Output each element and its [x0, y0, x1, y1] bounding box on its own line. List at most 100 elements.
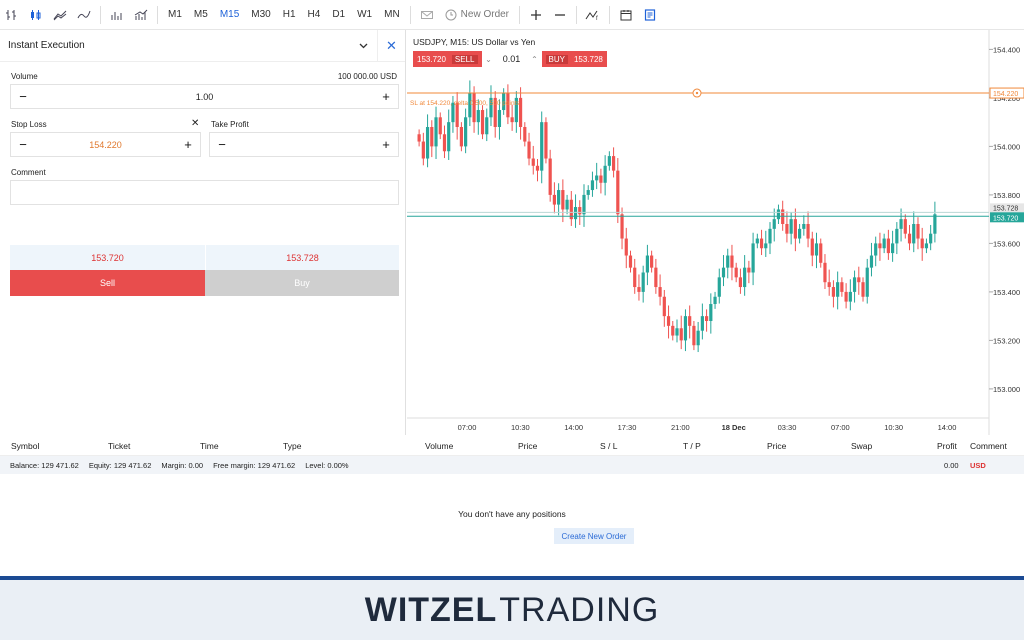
candle-body — [814, 243, 819, 256]
y-tick-label: 153.600 — [993, 239, 1020, 248]
col-current-price[interactable]: Price — [767, 441, 786, 451]
candle-body — [464, 117, 468, 147]
candle-body — [806, 224, 810, 239]
buy-button[interactable]: Buy — [205, 270, 399, 296]
volume-value[interactable]: 1.00 — [29, 92, 380, 102]
minus-icon[interactable]: − — [17, 137, 29, 152]
chevron-down-icon[interactable] — [349, 30, 377, 62]
close-icon[interactable]: ✕ — [377, 29, 405, 62]
stop-loss-stepper[interactable]: − 154.220 + — [10, 132, 201, 157]
price-chart[interactable]: 154.400154.200154.000153.800153.600153.4… — [407, 30, 1024, 435]
create-new-order-button[interactable]: Create New Order — [554, 528, 634, 544]
candle-body — [603, 165, 607, 183]
candle-body — [434, 117, 438, 147]
col-price[interactable]: Price — [518, 441, 537, 451]
sell-button[interactable]: Sell — [10, 270, 205, 296]
bar-chart-icon[interactable] — [0, 0, 24, 30]
candlestick-chart-icon[interactable] — [24, 0, 48, 30]
candle-body — [692, 325, 696, 346]
candle-body — [607, 156, 611, 166]
one-click-sell-button[interactable]: 153.720 SELL — [413, 51, 482, 67]
y-tick-label: 154.400 — [993, 45, 1020, 54]
minus-icon[interactable]: − — [216, 137, 228, 152]
x-tick-label: 10:30 — [884, 423, 903, 432]
candle-body — [417, 134, 421, 142]
candle-body — [531, 158, 535, 166]
candle-body — [582, 194, 586, 215]
col-swap[interactable]: Swap — [851, 441, 872, 451]
timeframe-w1[interactable]: W1 — [351, 0, 378, 30]
minus-icon[interactable]: − — [17, 89, 29, 104]
col-profit[interactable]: Profit — [937, 441, 957, 451]
zoom-in-icon[interactable] — [524, 0, 548, 30]
candle-body — [438, 117, 442, 135]
lot-decrease-icon[interactable]: ⌄ — [482, 55, 496, 64]
message-icon[interactable] — [415, 0, 439, 30]
candle-body — [738, 277, 743, 288]
candle-body — [916, 224, 920, 239]
take-profit-stepper[interactable]: − + — [209, 132, 399, 157]
candle-body — [679, 328, 683, 341]
stop-loss-value[interactable]: 154.220 — [29, 140, 182, 150]
plus-icon[interactable]: + — [182, 137, 194, 152]
timeframe-h4[interactable]: H4 — [302, 0, 327, 30]
line-chart-icon[interactable] — [72, 0, 96, 30]
timeframe-mn[interactable]: MN — [378, 0, 406, 30]
lot-increase-icon[interactable]: ⌃ — [528, 55, 542, 64]
candlestick-chart[interactable]: 154.400154.200154.000153.800153.600153.4… — [407, 30, 1024, 435]
document-icon[interactable] — [638, 0, 662, 30]
col-sl[interactable]: S / L — [600, 441, 617, 451]
one-click-buy-price: 153.728 — [573, 54, 603, 64]
timeframe-d1[interactable]: D1 — [326, 0, 351, 30]
plus-icon[interactable]: + — [380, 137, 392, 152]
candle-body — [861, 282, 865, 297]
col-symbol[interactable]: Symbol — [11, 441, 39, 451]
one-click-buy-label: BUY — [545, 54, 568, 64]
timeframe-m1[interactable]: M1 — [162, 0, 188, 30]
candle-body — [776, 209, 781, 220]
zoom-out-icon[interactable] — [548, 0, 572, 30]
clear-stop-loss-icon[interactable]: ✕ — [191, 118, 199, 129]
candle-body — [544, 122, 548, 159]
timeframe-m15[interactable]: M15 — [214, 0, 245, 30]
candle-body — [840, 282, 844, 292]
toolbar-divider — [519, 5, 521, 24]
bid-price-text: 153.720 — [993, 215, 1018, 222]
candle-body — [573, 207, 578, 220]
ask-price-text: 153.728 — [993, 205, 1018, 212]
candle-body — [819, 243, 823, 263]
volume-bars-icon[interactable] — [105, 0, 129, 30]
candle-body — [641, 272, 645, 292]
toolbar-divider — [609, 5, 611, 24]
col-tp[interactable]: T / P — [683, 441, 701, 451]
take-profit-label: Take Profit — [211, 120, 249, 129]
new-order-button[interactable]: New Order — [439, 9, 515, 21]
candle-body — [886, 238, 890, 254]
one-click-buy-button[interactable]: BUY 153.728 — [541, 51, 607, 67]
execution-type-label[interactable]: Instant Execution — [8, 40, 85, 51]
col-type[interactable]: Type — [283, 441, 301, 451]
candle-body — [827, 282, 831, 288]
candle-body — [789, 219, 793, 234]
col-time[interactable]: Time — [200, 441, 219, 451]
plus-icon[interactable]: + — [380, 89, 392, 104]
volume-stepper[interactable]: − 1.00 + — [10, 84, 399, 109]
timeframe-h1[interactable]: H1 — [277, 0, 302, 30]
col-ticket[interactable]: Ticket — [108, 441, 130, 451]
candle-body — [565, 199, 569, 210]
timeframe-m5[interactable]: M5 — [188, 0, 214, 30]
one-click-sell-price: 153.720 — [417, 54, 446, 64]
col-comment[interactable]: Comment — [970, 441, 1007, 451]
indicators-icon[interactable] — [129, 0, 153, 30]
calendar-icon[interactable] — [614, 0, 638, 30]
candle-body — [620, 214, 624, 239]
candle-body — [586, 190, 590, 195]
area-chart-icon[interactable] — [48, 0, 72, 30]
indicator-fx-icon[interactable]: f — [581, 0, 605, 30]
comment-input[interactable] — [10, 180, 399, 205]
y-tick-label: 153.800 — [993, 191, 1020, 200]
lot-input[interactable]: 0.01 — [496, 54, 528, 64]
timeframe-m30[interactable]: M30 — [245, 0, 276, 30]
toolbar-divider — [576, 5, 578, 24]
col-volume[interactable]: Volume — [425, 441, 453, 451]
